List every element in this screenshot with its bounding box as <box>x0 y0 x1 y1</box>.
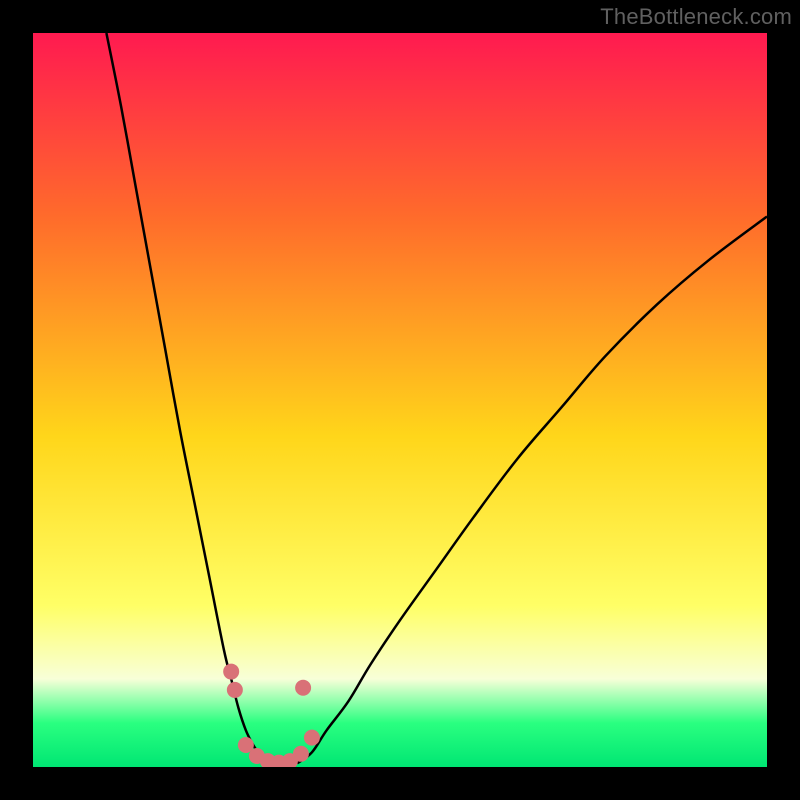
plot-area <box>33 33 767 767</box>
gradient-background <box>33 33 767 767</box>
chart-outer-frame: TheBottleneck.com <box>0 0 800 800</box>
data-dot <box>223 664 239 680</box>
data-dot <box>295 680 311 696</box>
data-dot <box>227 682 243 698</box>
data-dot <box>304 730 320 746</box>
watermark-text: TheBottleneck.com <box>600 4 792 30</box>
data-dot <box>293 746 309 762</box>
chart-svg <box>33 33 767 767</box>
